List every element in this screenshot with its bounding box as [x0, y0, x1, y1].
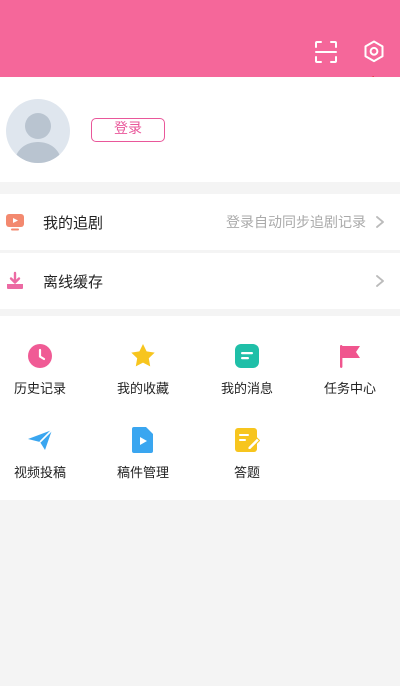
- grid-item-label: 稿件管理: [116, 466, 169, 481]
- settings-gear-icon[interactable]: [359, 37, 389, 67]
- chevron-right-icon: [376, 275, 384, 287]
- grid-item-label: 任务中心: [323, 382, 376, 397]
- chevron-right-icon: [376, 216, 384, 228]
- default-avatar-icon: [14, 113, 62, 163]
- paper-plane-icon: [26, 426, 54, 454]
- grid-item-history[interactable]: 历史记录: [0, 342, 80, 412]
- grid-item-label: 答题: [233, 466, 260, 481]
- video-file-icon: [129, 426, 157, 454]
- grid-item-video-submit[interactable]: 视频投稿: [0, 426, 80, 496]
- star-icon: [129, 342, 157, 370]
- grid-item-label: 视频投稿: [13, 466, 66, 481]
- top-header-bar: [0, 0, 400, 77]
- row-offline-cache[interactable]: 离线缓存: [0, 253, 400, 309]
- grid-item-label: 我的收藏: [116, 382, 169, 397]
- profile-section: 登录: [0, 77, 400, 182]
- grid-item-task-center[interactable]: 任务中心: [310, 342, 390, 412]
- quiz-edit-icon: [233, 426, 261, 454]
- clock-icon: [26, 342, 54, 370]
- grid-item-label: 我的消息: [220, 382, 273, 397]
- download-icon: [4, 270, 26, 292]
- flag-icon: [336, 342, 364, 370]
- feature-grid: 历史记录 我的收藏 我的消息 任务中心 视频投稿 稿件管理 答题: [0, 316, 400, 500]
- grid-item-messages[interactable]: 我的消息: [207, 342, 287, 412]
- row-label: 我的追剧: [43, 213, 104, 232]
- grid-item-favorites[interactable]: 我的收藏: [103, 342, 183, 412]
- message-icon: [233, 342, 261, 370]
- row-my-shows[interactable]: 我的追剧 登录自动同步追剧记录: [0, 194, 400, 250]
- login-button[interactable]: 登录: [91, 118, 165, 142]
- scan-icon[interactable]: [311, 37, 341, 67]
- grid-item-manuscript-manage[interactable]: 稿件管理: [103, 426, 183, 496]
- row-label: 离线缓存: [43, 272, 104, 291]
- tv-icon: [4, 211, 26, 233]
- avatar[interactable]: [6, 99, 70, 163]
- row-hint: 登录自动同步追剧记录: [226, 215, 366, 231]
- grid-item-quiz[interactable]: 答题: [207, 426, 287, 496]
- grid-item-label: 历史记录: [13, 382, 66, 397]
